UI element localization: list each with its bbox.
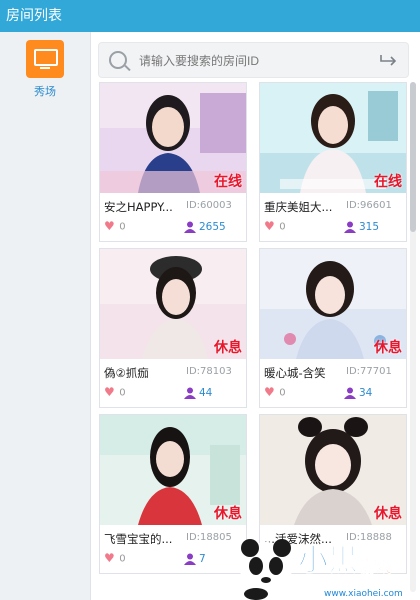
sidebar: 秀场 <box>0 32 91 600</box>
room-name: 暖心城-含笑 <box>264 366 326 380</box>
like-count: 0 <box>119 553 126 565</box>
like-count: 0 <box>119 221 126 233</box>
room-card[interactable]: 休息 暖心城-含笑 ID:77701 ♥ 0 34 <box>259 248 407 408</box>
room-thumbnail: 休息 <box>260 249 406 359</box>
room-grid: 在线 安之HAPPY... ID:60003 ♥ 0 2655 在线 重庆美姐大… <box>99 82 409 600</box>
heart-icon: ♥ <box>264 219 275 233</box>
search-bar <box>98 42 409 78</box>
svg-text:www.xiaohei.com: www.xiaohei.com <box>324 589 403 599</box>
room-card[interactable]: 休息 飞雪宝宝的... ID:18805 ♥ 0 7 <box>99 414 247 574</box>
room-viewers: 7 <box>184 553 206 565</box>
scrollbar[interactable] <box>410 82 416 592</box>
sidebar-item-label: 秀场 <box>34 85 56 98</box>
search-icon <box>109 51 127 69</box>
main-panel: 在线 安之HAPPY... ID:60003 ♥ 0 2655 在线 <box>91 32 420 600</box>
room-likes: ♥ 0 <box>264 219 286 233</box>
user-icon <box>184 221 196 233</box>
room-status-badge: 休息 <box>214 340 242 356</box>
like-count: 0 <box>119 387 126 399</box>
search-input[interactable] <box>137 50 371 72</box>
room-status-badge: 休息 <box>374 340 402 356</box>
like-count: 0 <box>279 387 286 399</box>
room-card[interactable]: 在线 安之HAPPY... ID:60003 ♥ 0 2655 <box>99 82 247 242</box>
room-status-badge: 在线 <box>214 174 242 190</box>
room-name: 重庆美姐大... <box>264 200 333 214</box>
title-bar: 房间列表 <box>0 0 420 32</box>
room-likes: ♥ 0 <box>264 385 286 399</box>
room-card[interactable]: 在线 重庆美姐大... ID:96601 ♥ 0 315 <box>259 82 407 242</box>
room-name: 偽②抓痂 <box>104 366 149 380</box>
viewer-count: 7 <box>199 553 206 565</box>
room-thumbnail: 休息 <box>100 415 246 525</box>
room-id: ID:77701 <box>346 366 392 377</box>
svg-text:游戏: 游戏 <box>360 557 392 576</box>
room-id: ID:60003 <box>186 200 232 211</box>
xiaohei-watermark-logo: 小黑 游戏 www.xiaohei.com <box>240 539 403 600</box>
room-likes: ♥ 0 <box>104 385 126 399</box>
viewer-count: 2655 <box>199 221 226 233</box>
svg-text:小黑: 小黑 <box>298 543 358 578</box>
user-icon <box>344 221 356 233</box>
room-status-badge: 休息 <box>374 506 402 522</box>
room-card[interactable]: 休息 偽②抓痂 ID:78103 ♥ 0 44 <box>99 248 247 408</box>
room-viewers: 44 <box>184 387 212 399</box>
viewer-count: 44 <box>199 387 213 399</box>
window-title: 房间列表 <box>6 8 62 24</box>
room-name: 飞雪宝宝的... <box>104 532 173 546</box>
room-thumbnail: 休息 <box>100 249 246 359</box>
room-status-badge: 在线 <box>374 174 402 190</box>
heart-icon: ♥ <box>104 385 115 399</box>
heart-icon: ♥ <box>264 385 275 399</box>
room-status-badge: 休息 <box>214 506 242 522</box>
room-viewers: 315 <box>344 221 379 233</box>
room-thumbnail: 在线 <box>100 83 246 193</box>
room-likes: ♥ 0 <box>104 219 126 233</box>
user-icon <box>184 553 196 565</box>
viewer-count: 315 <box>359 221 380 233</box>
heart-icon: ♥ <box>104 219 115 233</box>
user-icon <box>184 387 196 399</box>
room-likes: ♥ 0 <box>104 551 126 565</box>
room-viewers: 2655 <box>184 221 226 233</box>
viewer-count: 34 <box>359 387 373 399</box>
room-thumbnail: 休息 <box>260 415 406 525</box>
room-thumbnail: 在线 <box>260 83 406 193</box>
scrollbar-thumb[interactable] <box>410 82 416 232</box>
user-icon <box>344 387 356 399</box>
room-name: 安之HAPPY... <box>104 200 173 214</box>
like-count: 0 <box>279 221 286 233</box>
sidebar-item-showroom[interactable]: 秀场 <box>23 40 67 99</box>
room-id: ID:18805 <box>186 532 232 543</box>
monitor-icon <box>26 40 64 78</box>
room-viewers: 34 <box>344 387 372 399</box>
heart-icon: ♥ <box>104 551 115 565</box>
room-id: ID:78103 <box>186 366 232 377</box>
room-id: ID:96601 <box>346 200 392 211</box>
enter-arrow-icon[interactable] <box>380 52 398 66</box>
